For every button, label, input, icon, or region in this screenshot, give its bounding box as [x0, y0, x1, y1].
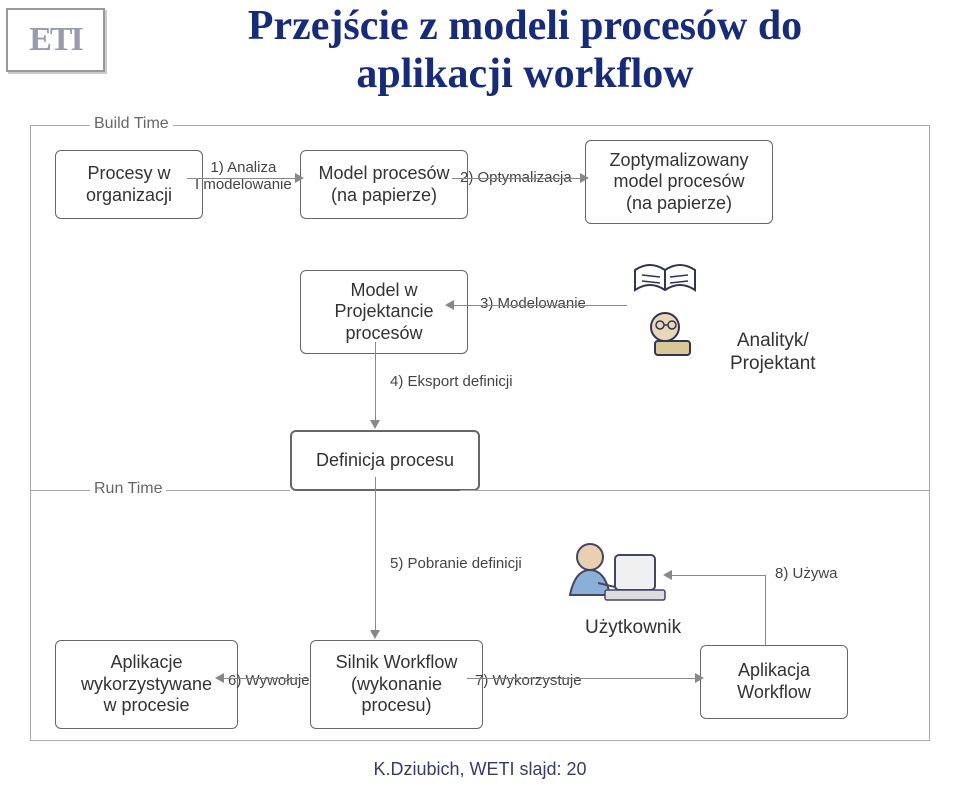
- user-icon: [550, 535, 670, 615]
- run-time-label: Run Time: [90, 480, 166, 498]
- title-line2: aplikacji workflow: [356, 51, 693, 97]
- box-definicja-procesu: Definicja procesu: [290, 430, 480, 491]
- label-6-wywoluje: 6) Wywołuje: [228, 672, 310, 689]
- box-procesy-organizacji: Procesy w organizacji: [55, 150, 203, 219]
- label-8-uzywa: 8) Używa: [775, 565, 838, 582]
- label-1-analiza: 1) Analiza I modelowanie: [195, 159, 292, 193]
- box-model-projektant: Model w Projektancie procesów: [300, 270, 468, 354]
- box-aplikacje-proces: Aplikacje wykorzystywane w procesie: [55, 640, 238, 729]
- analyst-icon: [640, 305, 700, 360]
- build-time-label: Build Time: [90, 115, 173, 133]
- box-aplikacja-workflow: Aplikacja Workflow: [700, 645, 848, 719]
- logo-eti: ETI: [6, 8, 105, 72]
- title-line1: Przejście z modeli procesów do: [248, 3, 802, 49]
- page-title: Przejście z modeli procesów do aplikacji…: [110, 2, 940, 99]
- label-uzytkownik: Użytkownik: [585, 617, 681, 640]
- box-zoptymalizowany: Zoptymalizowany model procesów (na papie…: [585, 140, 773, 224]
- diagram-area: Build Time Procesy w organizacji 1) Anal…: [30, 105, 930, 745]
- label-5-pobranie: 5) Pobranie definicji: [390, 555, 522, 572]
- label-analyst: Analityk/ Projektant: [730, 330, 816, 376]
- label-3-modelowanie: 3) Modelowanie: [480, 295, 586, 312]
- box-silnik-workflow: Silnik Workflow (wykonanie procesu): [310, 640, 483, 729]
- footer-slide-number: K.Dziubich, WETI slajd: 20: [0, 759, 960, 780]
- box-model-papier: Model procesów (na papierze): [300, 150, 468, 219]
- book-icon: [630, 255, 700, 305]
- label-7-wykorzystuje: 7) Wykorzystuje: [475, 672, 582, 689]
- label-4-eksport: 4) Eksport definicji: [390, 373, 513, 390]
